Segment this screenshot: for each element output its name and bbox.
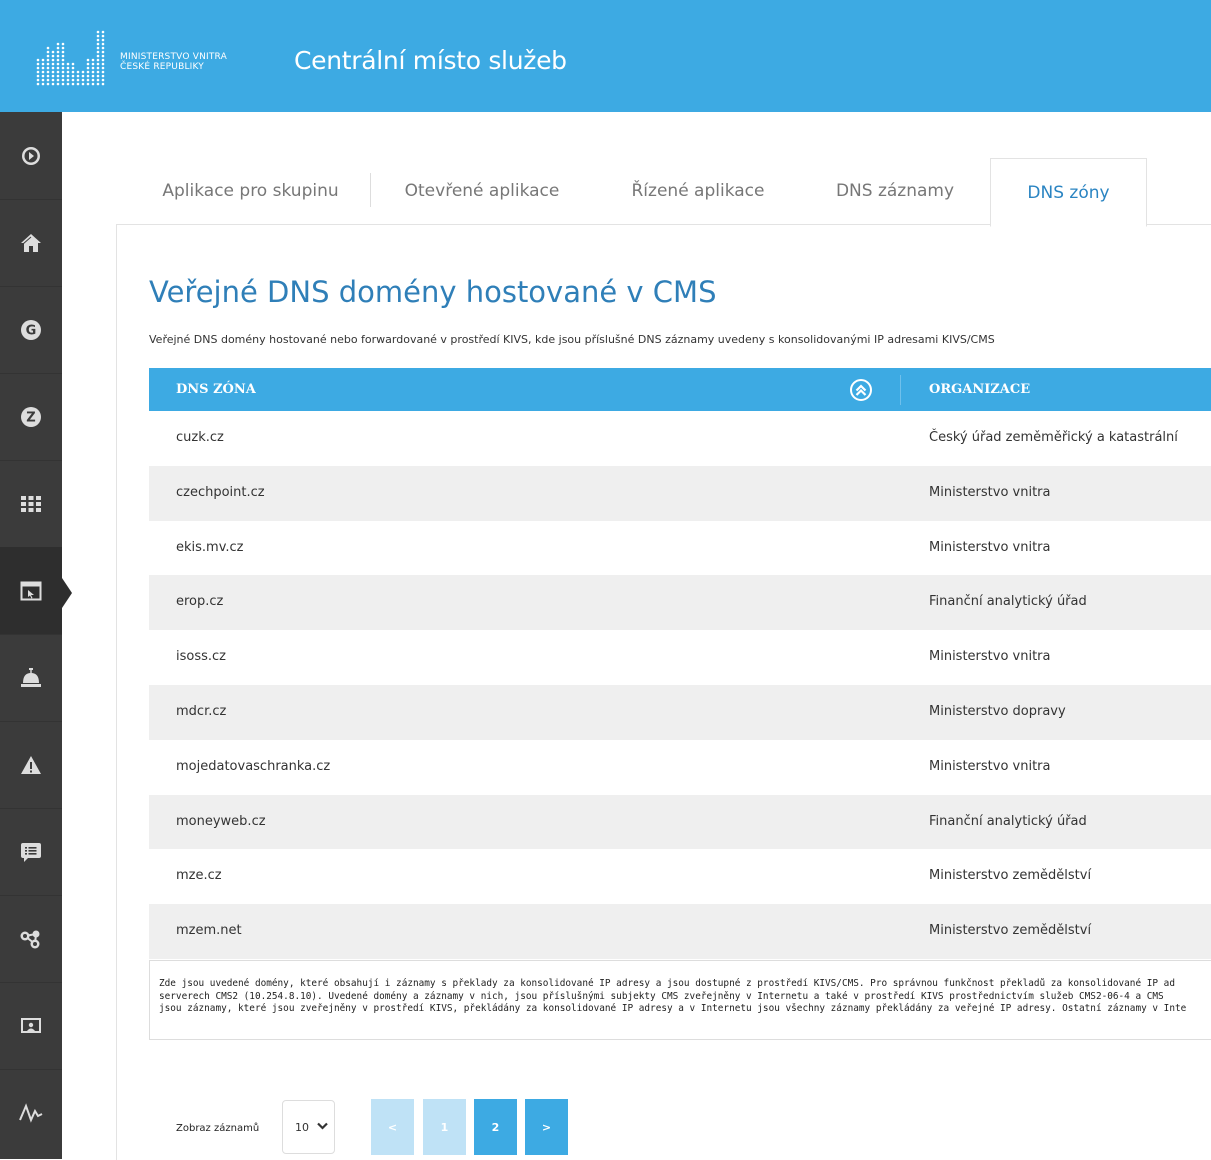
cell-dns-zone: erop.cz xyxy=(176,594,224,610)
pagination-page-2[interactable]: 2 xyxy=(474,1099,517,1155)
app-window-icon xyxy=(20,581,42,600)
table-row[interactable]: mze.cz Ministerstvo zemědělství xyxy=(149,849,1211,904)
tab-bar: Aplikace pro skupinu Otevřené aplikace Ř… xyxy=(116,156,1211,227)
cell-organization: Ministerstvo vnitra xyxy=(929,484,1051,500)
cell-organization: Ministerstvo vnitra xyxy=(929,758,1051,774)
table-row[interactable]: mzem.net Ministerstvo zemědělství xyxy=(149,904,1211,959)
cell-organization: Český úřad zeměměřický a katastrální xyxy=(929,430,1178,445)
sidebar-item-applications[interactable] xyxy=(0,547,62,635)
sort-ascending-icon[interactable] xyxy=(849,378,873,402)
home-icon xyxy=(21,233,41,252)
sidebar-item-services[interactable] xyxy=(0,634,62,722)
cell-organization: Ministerstvo zemědělství xyxy=(929,923,1092,939)
page-size-select[interactable]: 10 xyxy=(282,1100,335,1154)
tab-dns-zones[interactable]: DNS zóny xyxy=(990,158,1147,227)
sidebar-item-alerts[interactable] xyxy=(0,721,62,809)
page-size-value: 10 xyxy=(295,1121,309,1134)
table-row[interactable]: ekis.mv.cz Ministerstvo vnitra xyxy=(149,521,1211,576)
sidebar-item-messages[interactable] xyxy=(0,808,62,896)
table-header: DNS ZÓNA ORGANIZACE xyxy=(149,368,1211,411)
presentation-icon xyxy=(21,1017,41,1033)
sidebar-item-network[interactable] xyxy=(0,895,62,983)
sidebar-item-presentations[interactable] xyxy=(0,982,62,1070)
tab-separator xyxy=(370,173,371,207)
z-circle-icon: Z xyxy=(21,406,41,427)
network-icon xyxy=(20,930,40,948)
column-header-dns-zone[interactable]: DNS ZÓNA xyxy=(176,368,256,411)
ministry-logo[interactable] xyxy=(36,30,108,86)
message-icon xyxy=(21,842,41,862)
cell-dns-zone: mzem.net xyxy=(176,923,242,939)
column-header-organization[interactable]: ORGANIZACE xyxy=(929,368,1030,411)
cell-dns-zone: mze.cz xyxy=(176,868,222,884)
g-circle-icon: G xyxy=(21,319,41,340)
table-row[interactable]: erop.cz Finanční analytický úřad xyxy=(149,575,1211,631)
service-bell-icon xyxy=(21,667,41,687)
cell-dns-zone: mdcr.cz xyxy=(176,703,227,719)
cell-organization: Ministerstvo vnitra xyxy=(929,539,1051,555)
warning-icon xyxy=(21,755,41,774)
ministry-name: MINISTERSTVO VNITRA ČESKÉ REPUBLIKY xyxy=(120,52,227,72)
table-row[interactable]: cuzk.cz Český úřad zeměměřický a katastrá… xyxy=(149,411,1211,466)
table-row[interactable]: czechpoint.cz Ministerstvo vnitra xyxy=(149,465,1211,521)
table-row[interactable]: isoss.cz Ministerstvo vnitra xyxy=(149,630,1211,685)
top-header: MINISTERSTVO VNITRA ČESKÉ REPUBLIKY Cent… xyxy=(0,0,1211,112)
table-row[interactable]: mdcr.cz Ministerstvo dopravy xyxy=(149,684,1211,740)
ministry-name-line1: MINISTERSTVO VNITRA xyxy=(120,52,227,62)
tab-group-apps[interactable]: Aplikace pro skupinu xyxy=(133,156,368,225)
sidebar-item-g[interactable]: G xyxy=(0,286,62,374)
info-note-line: Zde jsou uvedené domény, které obsahují … xyxy=(159,978,1175,989)
cell-organization: Ministerstvo zemědělství xyxy=(929,868,1092,884)
chevron-down-icon xyxy=(317,1122,328,1130)
sidebar-item-toggle[interactable] xyxy=(0,112,62,200)
grid-icon xyxy=(21,495,41,512)
pagination-page-1[interactable]: 1 xyxy=(423,1099,466,1155)
page-description: Veřejné DNS domény hostované nebo forwar… xyxy=(149,333,995,346)
info-note-line: serverech CMS2 (10.254.8.10). Uvedené do… xyxy=(159,990,1164,1002)
table-body: cuzk.cz Český úřad zeměměřický a katastrá… xyxy=(149,411,1211,959)
pagination-prev-button[interactable]: < xyxy=(371,1099,414,1155)
cell-dns-zone: ekis.mv.cz xyxy=(176,539,244,555)
tab-dns-records[interactable]: DNS záznamy xyxy=(816,156,974,225)
cell-dns-zone: isoss.cz xyxy=(176,649,226,665)
info-note: Zde jsou uvedené domény, které obsahují … xyxy=(149,960,1211,1040)
cell-dns-zone: moneyweb.cz xyxy=(176,813,266,829)
tab-open-apps[interactable]: Otevřené aplikace xyxy=(386,156,578,225)
cell-organization: Ministerstvo vnitra xyxy=(929,649,1051,665)
table-row[interactable]: moneyweb.cz Finanční analytický úřad xyxy=(149,794,1211,850)
cell-dns-zone: cuzk.cz xyxy=(176,430,224,445)
svg-text:G: G xyxy=(26,323,37,338)
sidebar-item-activity[interactable] xyxy=(0,1069,62,1156)
cell-organization: Finanční analytický úřad xyxy=(929,813,1087,829)
sidebar: G Z xyxy=(0,112,62,1159)
tab-managed-apps[interactable]: Řízené aplikace xyxy=(610,156,786,225)
svg-text:Z: Z xyxy=(26,410,35,425)
sidebar-item-z[interactable]: Z xyxy=(0,373,62,461)
activity-icon xyxy=(19,1102,43,1123)
column-divider xyxy=(900,375,901,405)
sidebar-item-grid[interactable] xyxy=(0,460,62,548)
sidebar-item-home[interactable] xyxy=(0,199,62,287)
app-title[interactable]: Centrální místo služeb xyxy=(294,46,567,75)
sidebar-active-indicator xyxy=(62,578,72,608)
info-note-line: jsou záznamy, které jsou zveřejněny v pr… xyxy=(159,1003,1187,1014)
page-size-label: Zobraz záznamů xyxy=(176,1123,260,1134)
cell-organization: Finanční analytický úřad xyxy=(929,594,1087,610)
cell-organization: Ministerstvo dopravy xyxy=(929,703,1066,719)
ministry-name-line2: ČESKÉ REPUBLIKY xyxy=(120,62,205,72)
pagination-next-button[interactable]: > xyxy=(525,1099,568,1155)
page-title: Veřejné DNS domény hostované v CMS xyxy=(149,275,717,309)
cell-dns-zone: czechpoint.cz xyxy=(176,484,265,500)
arrow-circle-icon xyxy=(22,146,40,165)
table-row[interactable]: mojedatovaschranka.cz Ministerstvo vnitra xyxy=(149,740,1211,795)
cell-dns-zone: mojedatovaschranka.cz xyxy=(176,758,331,774)
